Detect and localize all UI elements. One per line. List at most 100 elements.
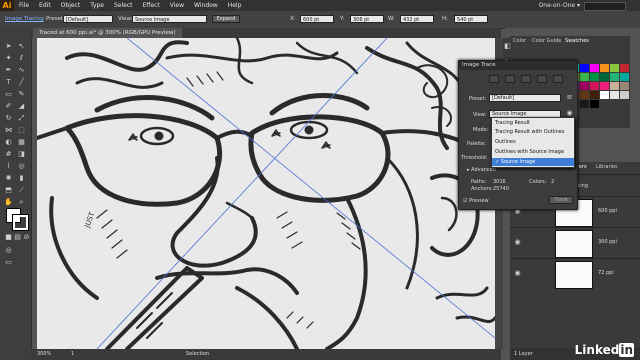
- color-swatch[interactable]: [620, 73, 629, 81]
- color-swatch[interactable]: [600, 64, 609, 72]
- color-swatch[interactable]: [580, 91, 589, 99]
- blend-tool-icon[interactable]: ◎: [17, 162, 26, 171]
- rotate-tool-icon[interactable]: ↻: [4, 114, 13, 123]
- expand-button[interactable]: Expand: [212, 15, 240, 23]
- draw-mode-icon[interactable]: ◎: [4, 246, 13, 255]
- column-graph-icon[interactable]: ▮: [17, 174, 26, 183]
- menu-window[interactable]: Window: [189, 0, 223, 11]
- visibility-eye-icon[interactable]: ◉: [513, 238, 522, 247]
- document-tab[interactable]: Traced at 600 ppi.ai* @ 300% (RGB/GPU Pr…: [33, 28, 182, 38]
- artboard-canvas[interactable]: JUST: [37, 38, 495, 349]
- menu-item-tracing-result[interactable]: Tracing Result: [495, 120, 530, 126]
- color-swatch[interactable]: [620, 64, 629, 72]
- color-swatch[interactable]: [620, 91, 629, 99]
- menu-effect[interactable]: Effect: [138, 0, 165, 11]
- view-dropdown[interactable]: Source Image: [132, 15, 207, 23]
- stroke-swatch[interactable]: [12, 214, 29, 231]
- color-swatch[interactable]: [600, 91, 609, 99]
- type-tool-icon[interactable]: T: [4, 78, 13, 87]
- screen-mode-icon[interactable]: ▭: [4, 258, 13, 267]
- visibility-eye-icon[interactable]: ◉: [513, 269, 522, 278]
- menu-item-outlines-source[interactable]: Outlines with Source Image: [495, 149, 564, 155]
- tab-color-guide[interactable]: Color Guide: [532, 38, 561, 44]
- color-swatch[interactable]: [580, 100, 589, 108]
- scale-tool-icon[interactable]: ⤢: [17, 114, 26, 123]
- perspective-grid-icon[interactable]: ▦: [17, 138, 26, 147]
- artboard-number[interactable]: 1: [71, 351, 74, 357]
- status-mode[interactable]: Selection: [186, 351, 209, 357]
- shape-builder-icon[interactable]: ◐: [4, 138, 13, 147]
- workspace-switcher[interactable]: One-on-One ▾: [539, 0, 580, 11]
- black-white-icon[interactable]: [553, 75, 563, 83]
- hand-tool-icon[interactable]: ✋: [4, 198, 13, 207]
- color-swatch[interactable]: [610, 64, 619, 72]
- color-swatch[interactable]: [580, 64, 589, 72]
- menu-item-source-image[interactable]: ✓ Source Image: [495, 159, 535, 165]
- menu-file[interactable]: File: [14, 0, 34, 11]
- color-swatch[interactable]: [590, 100, 599, 108]
- menu-item-tracing-result-outlines[interactable]: Tracing Result with Outlines: [495, 129, 564, 135]
- menu-view[interactable]: View: [165, 0, 189, 11]
- auto-color-icon[interactable]: [489, 75, 499, 83]
- color-swatch[interactable]: [620, 82, 629, 90]
- panel-toggle-icon[interactable]: ◧: [503, 42, 512, 51]
- line-tool-icon[interactable]: ╱: [17, 78, 26, 87]
- menu-object[interactable]: Object: [56, 0, 86, 11]
- menu-type[interactable]: Type: [85, 0, 109, 11]
- menu-item-outlines[interactable]: Outlines: [495, 139, 516, 145]
- tab-swatches[interactable]: Swatches: [565, 38, 589, 44]
- paintbrush-tool-icon[interactable]: ✎: [17, 90, 26, 99]
- tab-color[interactable]: Color: [513, 38, 526, 44]
- color-swatch[interactable]: [600, 82, 609, 90]
- free-transform-icon[interactable]: ⬚: [17, 126, 26, 135]
- color-swatch[interactable]: [590, 73, 599, 81]
- h-field[interactable]: 540 pt: [454, 15, 488, 23]
- shaper-tool-icon[interactable]: ✐: [4, 102, 13, 111]
- menu-edit[interactable]: Edit: [34, 0, 56, 11]
- color-swatch[interactable]: [600, 73, 609, 81]
- search-input[interactable]: [584, 2, 626, 11]
- eraser-tool-icon[interactable]: ◢: [17, 102, 26, 111]
- pen-tool-icon[interactable]: ✒: [4, 66, 13, 75]
- color-swatch[interactable]: [610, 91, 619, 99]
- low-color-icon[interactable]: [521, 75, 531, 83]
- rectangle-tool-icon[interactable]: ▭: [4, 90, 13, 99]
- eyedropper-icon[interactable]: ⌇: [4, 162, 13, 171]
- x-field[interactable]: 600 pt: [300, 15, 334, 23]
- layer-name[interactable]: 600 ppi: [598, 208, 617, 214]
- grayscale-icon[interactable]: [537, 75, 547, 83]
- layer-name[interactable]: 72 ppi: [598, 270, 614, 276]
- lasso-tool-icon[interactable]: ℓ: [17, 54, 26, 63]
- zoom-tool-icon[interactable]: ⌕: [17, 198, 26, 207]
- zoom-level[interactable]: 300%: [37, 351, 51, 357]
- curvature-tool-icon[interactable]: ∿: [17, 66, 26, 75]
- slice-tool-icon[interactable]: ⟋: [17, 186, 26, 195]
- width-tool-icon[interactable]: ⋈: [4, 126, 13, 135]
- image-trace-title[interactable]: Image Trace: [459, 61, 577, 70]
- color-swatch[interactable]: [610, 82, 619, 90]
- layer-row[interactable]: ◉ 300 ppi: [510, 227, 640, 259]
- gradient-mode-icon[interactable]: ▤: [13, 233, 22, 242]
- layer-row[interactable]: ◉ 72 ppi: [510, 258, 640, 290]
- trace-preset-dropdown[interactable]: [Default]: [489, 94, 561, 102]
- none-mode-icon[interactable]: ⊘: [22, 233, 31, 242]
- preset-dropdown[interactable]: [Default]: [63, 15, 113, 23]
- menu-select[interactable]: Select: [109, 0, 138, 11]
- layer-name[interactable]: 300 ppi: [598, 239, 617, 245]
- preset-menu-icon[interactable]: ≡: [565, 93, 574, 102]
- color-swatch[interactable]: [610, 73, 619, 81]
- color-mode-icon[interactable]: ■: [4, 233, 13, 242]
- image-tracing-link[interactable]: Image Tracing: [5, 16, 44, 22]
- direct-selection-tool-icon[interactable]: ↖: [17, 42, 26, 51]
- selection-tool-icon[interactable]: ➤: [4, 42, 13, 51]
- gradient-tool-icon[interactable]: ◨: [17, 150, 26, 159]
- menu-help[interactable]: Help: [223, 0, 247, 11]
- magic-wand-icon[interactable]: ✦: [4, 54, 13, 63]
- w-field[interactable]: 432 pt: [400, 15, 434, 23]
- color-swatch[interactable]: [590, 91, 599, 99]
- trace-button[interactable]: Trace: [549, 196, 573, 204]
- high-color-icon[interactable]: [505, 75, 515, 83]
- color-swatch[interactable]: [590, 64, 599, 72]
- symbol-sprayer-icon[interactable]: ✺: [4, 174, 13, 183]
- color-swatch[interactable]: [580, 82, 589, 90]
